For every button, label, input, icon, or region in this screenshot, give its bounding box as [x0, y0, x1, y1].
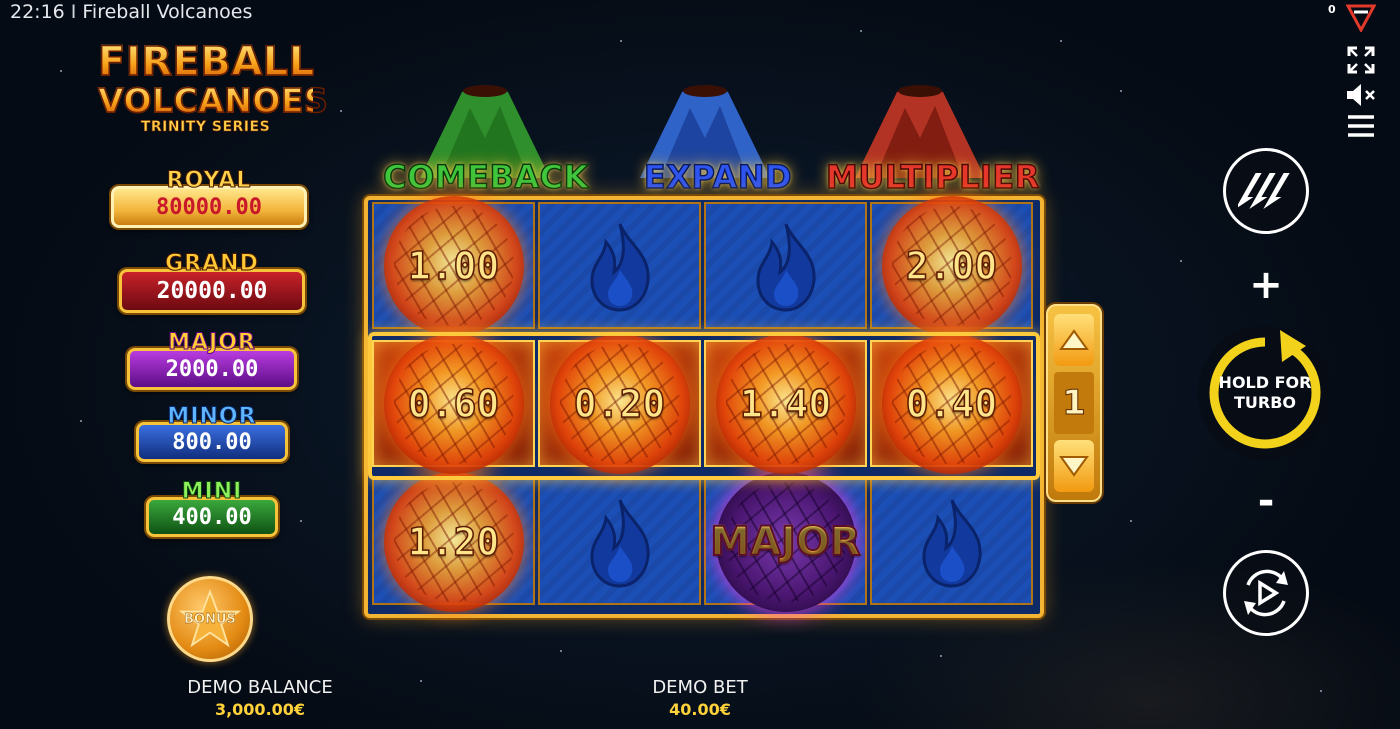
- spin-label: HOLD FOR TURBO: [1218, 373, 1312, 412]
- row-up-button[interactable]: [1054, 314, 1094, 366]
- provider-logo-icon: [1346, 4, 1376, 32]
- fullscreen-icon: [1347, 46, 1375, 74]
- autoplay-icon: [1244, 569, 1288, 617]
- jackpot-ball: MAJOR: [709, 471, 862, 612]
- reel-grid: MAJOR 1.20 0.40 1.40 0.20 0.60 2.00 1.00: [364, 195, 1044, 618]
- jackpot-mini-label: MINI: [181, 479, 243, 505]
- row-selector: 1: [1046, 304, 1102, 502]
- turbo-button[interactable]: [1223, 148, 1309, 234]
- jackpot-minor-label: MINOR: [167, 404, 257, 430]
- reel-cell: 1.40: [704, 333, 867, 474]
- bonus-button[interactable]: BONUS: [167, 576, 253, 662]
- fireball-symbol: 2.00: [881, 195, 1022, 336]
- logo-line-3: TRINITY SERIES: [140, 119, 271, 136]
- fireball-symbol: 0.20: [549, 333, 690, 474]
- fireball-value: 2.00: [905, 243, 998, 289]
- jackpot-grand: GRAND 20000.00: [117, 251, 307, 313]
- reel-cell: 2.00: [870, 195, 1033, 336]
- feature-multiplier: MULTIPLIER: [825, 157, 1040, 197]
- reel-cell: [538, 478, 701, 605]
- blank-flame-icon: [589, 498, 650, 588]
- title-separator: I: [70, 1, 77, 23]
- jackpot-royal: ROYAL 80000.00: [96, 168, 322, 228]
- fireball-value: 1.20: [407, 519, 500, 565]
- logo-line-2: VOLCANOES: [97, 81, 329, 120]
- reel-cell: 1.20: [372, 471, 535, 612]
- fireball-symbol: 1.20: [383, 471, 524, 612]
- fireball-symbol: 1.40: [715, 333, 856, 474]
- balance-display: DEMO BALANCE 3,000.00€: [160, 677, 360, 719]
- jackpot-major: MAJOR 2000.00: [125, 330, 299, 390]
- clock: 22:16: [10, 1, 65, 23]
- reel-cell: MAJOR: [704, 471, 867, 612]
- counter-value: 0: [1328, 3, 1336, 16]
- game-logo: FIREBALL VOLCANOES TRINITY SERIES: [97, 39, 329, 136]
- bet-decrease-button[interactable]: -: [1240, 478, 1292, 524]
- bet-label: DEMO BET: [652, 677, 748, 698]
- bonus-label: BONUS: [184, 611, 236, 627]
- reel-cell: 1.00: [372, 195, 535, 336]
- jackpot-ball-label: MAJOR: [709, 518, 861, 566]
- status-bar: 22:16 I Fireball Volcanoes: [10, 0, 252, 24]
- spin-button[interactable]: HOLD FOR TURBO: [1198, 326, 1332, 460]
- reel-cell: [870, 478, 1033, 605]
- bet-increase-button[interactable]: +: [1240, 262, 1292, 308]
- speaker-muted-icon: [1347, 84, 1375, 106]
- fireball-symbol: 1.00: [383, 195, 524, 336]
- menu-button[interactable]: [1344, 112, 1378, 140]
- feature-comeback: COMEBACK: [382, 157, 589, 197]
- blank-flame-icon: [755, 222, 816, 312]
- fireball-value: 1.40: [739, 381, 832, 427]
- reel-cell: 0.20: [538, 333, 701, 474]
- row-count: 1: [1054, 372, 1094, 434]
- reel-cell: [538, 202, 701, 329]
- autoplay-button[interactable]: [1223, 550, 1309, 636]
- row-down-button[interactable]: [1054, 440, 1094, 492]
- fireball-symbol: 0.60: [383, 333, 524, 474]
- logo-line-1: FIREBALL: [97, 39, 315, 85]
- plus-icon: +: [1249, 262, 1283, 308]
- fireball-value: 0.20: [573, 381, 666, 427]
- bet-display: DEMO BET 40.00€: [620, 677, 780, 719]
- bet-value: 40.00€: [669, 700, 731, 719]
- balance-value: 3,000.00€: [214, 700, 306, 719]
- fullscreen-button[interactable]: [1344, 44, 1378, 76]
- mute-button[interactable]: [1344, 80, 1378, 110]
- fireball-value: 0.40: [905, 381, 998, 427]
- fireball-symbol: 0.40: [881, 333, 1022, 474]
- reel-cell: 0.60: [372, 333, 535, 474]
- hamburger-menu-icon: [1348, 115, 1374, 137]
- turbo-lightning-icon: [1238, 173, 1290, 209]
- jackpot-major-label: MAJOR: [168, 330, 256, 356]
- window-title: Fireball Volcanoes: [82, 1, 253, 23]
- fireball-value: 1.00: [407, 243, 500, 289]
- reel-cell: 0.40: [870, 333, 1033, 474]
- feature-expand: EXPAND: [643, 157, 793, 197]
- blank-flame-icon: [589, 222, 650, 312]
- arrow-down-icon: [1059, 456, 1089, 477]
- jackpot-grand-label: GRAND: [165, 251, 259, 277]
- minus-icon: -: [1257, 478, 1275, 524]
- jackpot-royal-label: ROYAL: [166, 168, 252, 194]
- jackpot-mini: MINI 400.00: [144, 479, 280, 537]
- reel-cell: [704, 202, 867, 329]
- arrow-up-icon: [1059, 329, 1089, 350]
- balance-label: DEMO BALANCE: [187, 677, 333, 698]
- fireball-value: 0.60: [407, 381, 500, 427]
- blank-flame-icon: [921, 498, 982, 588]
- jackpot-minor: MINOR 800.00: [134, 404, 290, 462]
